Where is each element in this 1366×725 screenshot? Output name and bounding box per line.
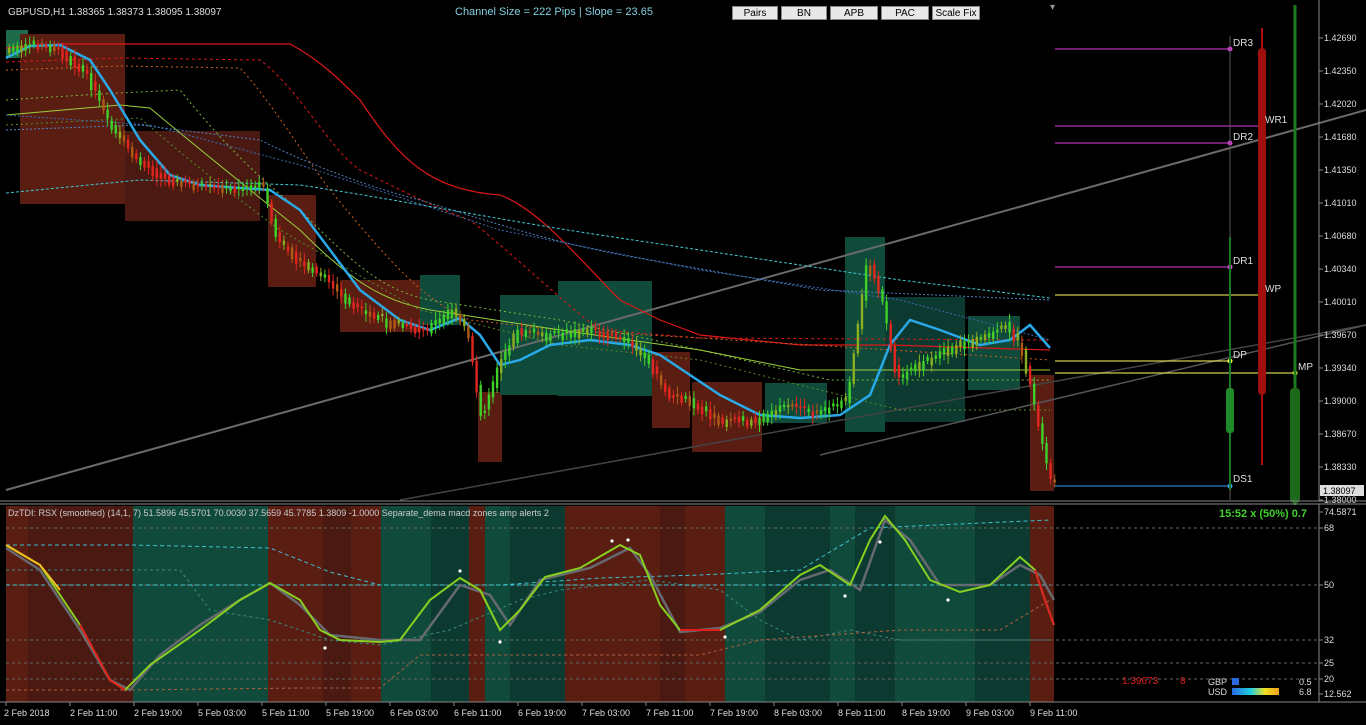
price-tick-label: 1.41010 — [1324, 198, 1357, 208]
pivot-label-dr1: DR1 — [1233, 256, 1253, 267]
price-tick-label: 1.40010 — [1324, 297, 1357, 307]
price-tick-label: 1.42350 — [1324, 66, 1357, 76]
channel-info: Channel Size = 222 Pips | Slope = 23.65 — [455, 6, 653, 18]
time-tick-label: 5 Feb 11:00 — [262, 708, 309, 718]
current-price-label: 1.38097 — [1323, 486, 1356, 496]
time-tick-label: 2 Feb 2018 — [4, 708, 50, 718]
time-tick-label: 6 Feb 03:00 — [390, 708, 438, 718]
indicator-tick-label: 50 — [1324, 580, 1334, 590]
time-tick-label: 8 Feb 11:00 — [838, 708, 885, 718]
indicator-tick-label: 74.5871 — [1324, 507, 1357, 517]
indicator-zones — [6, 506, 1054, 702]
time-tick-label: 8 Feb 19:00 — [902, 708, 950, 718]
time-tick-label: 7 Feb 19:00 — [710, 708, 758, 718]
pivot-label-dr3: DR3 — [1233, 38, 1253, 49]
timer-text: 15:52 x (50%) 0.7 — [1219, 508, 1308, 520]
pac-button[interactable]: PAC — [881, 6, 929, 20]
price-tick-label: 1.39000 — [1324, 396, 1357, 406]
indicator-tick-label: 32 — [1324, 635, 1334, 645]
chart-scroll-icon[interactable]: ▾ — [1050, 2, 1055, 13]
price-tick-label: 1.38670 — [1324, 429, 1357, 439]
price-readout-suffix: 8 — [1180, 676, 1186, 687]
time-tick-label: 7 Feb 03:00 — [582, 708, 630, 718]
symbol-info: GBPUSD,H1 1.38365 1.38373 1.38095 1.3809… — [8, 7, 222, 18]
time-tick-label: 5 Feb 19:00 — [326, 708, 374, 718]
bn-button[interactable]: BN — [781, 6, 827, 20]
price-tick-label: 1.41350 — [1324, 165, 1357, 175]
price-tick-label: 1.41680 — [1324, 132, 1357, 142]
indicator-tick-label: 68 — [1324, 523, 1334, 533]
time-tick-label: 2 Feb 19:00 — [134, 708, 182, 718]
price-tick-label: 1.40340 — [1324, 264, 1357, 274]
price-tick-label: 1.39340 — [1324, 363, 1357, 373]
currency-gbp-value: 0.5 — [1299, 677, 1312, 687]
indicator-tick-label: 20 — [1324, 674, 1334, 684]
currency-usd-label: USD — [1208, 687, 1228, 697]
time-tick-label: 6 Feb 11:00 — [454, 708, 501, 718]
pairs-button[interactable]: Pairs — [732, 6, 778, 20]
pivot-label-dr2: DR2 — [1233, 132, 1253, 143]
time-tick-label: 5 Feb 03:00 — [198, 708, 246, 718]
apb-button[interactable]: APB — [830, 6, 878, 20]
trading-chart[interactable]: DR3 WR1 DR2 DR1 WP DP MP DS1 1.42690 1.42… — [0, 0, 1366, 725]
indicator-tick-label: 12.562 — [1324, 689, 1352, 699]
time-tick-label: 8 Feb 03:00 — [774, 708, 822, 718]
pivot-label-wp: WP — [1265, 284, 1281, 295]
time-tick-label: 2 Feb 11:00 — [70, 708, 117, 718]
currency-usd-value: 6.8 — [1299, 687, 1312, 697]
indicator-label: DzTDI: RSX (smoothed) (14,1, 7) 51.5896 … — [8, 508, 549, 518]
pivot-label-mp: MP — [1298, 362, 1313, 373]
time-tick-label: 6 Feb 19:00 — [518, 708, 566, 718]
price-tick-label: 1.38330 — [1324, 462, 1357, 472]
time-tick-label: 9 Feb 11:00 — [1030, 708, 1077, 718]
price-tick-label: 1.42020 — [1324, 99, 1357, 109]
price-tick-label: 1.40680 — [1324, 231, 1357, 241]
pivot-label-ds1: DS1 — [1233, 474, 1253, 485]
price-readout: 1.39673 — [1122, 676, 1159, 687]
price-tick-label: 1.42690 — [1324, 33, 1357, 43]
price-tick-label: 1.39670 — [1324, 330, 1357, 340]
time-tick-label: 9 Feb 03:00 — [966, 708, 1014, 718]
indicator-tick-label: 25 — [1324, 658, 1334, 668]
pivot-label-wr1: WR1 — [1265, 115, 1288, 126]
pivot-label-dp: DP — [1233, 350, 1247, 361]
scale-fix-button[interactable]: Scale Fix — [932, 6, 980, 20]
currency-gbp-label: GBP — [1208, 677, 1227, 687]
time-tick-label: 7 Feb 11:00 — [646, 708, 693, 718]
